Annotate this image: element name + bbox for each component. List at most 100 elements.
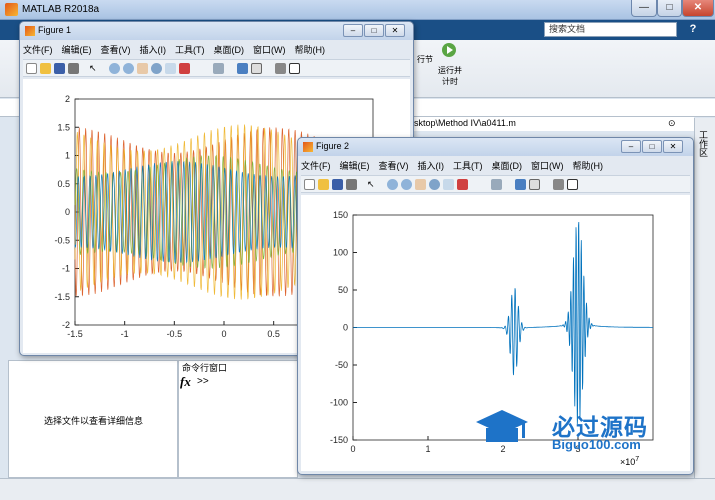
y-tick-label: 0 xyxy=(343,323,348,333)
save-icon[interactable] xyxy=(54,63,65,74)
x-tick-label: -1 xyxy=(121,329,129,339)
figure-1-minimize-button[interactable]: – xyxy=(343,24,363,37)
watermark-logo-icon xyxy=(474,406,530,452)
open-icon[interactable] xyxy=(40,63,51,74)
pointer-icon[interactable]: ↖ xyxy=(367,179,378,190)
zoom-in-icon[interactable] xyxy=(387,179,398,190)
menu-window[interactable]: 窗口(W) xyxy=(531,159,564,172)
y-tick-label: -100 xyxy=(330,398,348,408)
figure-1-menu[interactable]: 文件(F) 编辑(E) 查看(V) 插入(I) 工具(T) 桌面(D) 窗口(W) 帮助(H) xyxy=(23,43,334,58)
status-bar xyxy=(0,478,715,500)
new-figure-icon[interactable] xyxy=(304,179,315,190)
new-figure-icon[interactable] xyxy=(26,63,37,74)
y-tick-label: 0 xyxy=(65,207,70,217)
colorbar-icon[interactable] xyxy=(237,63,248,74)
y-tick-label: -50 xyxy=(335,360,348,370)
close-button[interactable]: ✕ xyxy=(682,0,714,17)
figure-1-close-button[interactable]: ✕ xyxy=(385,24,405,37)
help-icon[interactable]: ? xyxy=(683,22,703,37)
maximize-button[interactable]: □ xyxy=(657,0,682,17)
figure-2-menu[interactable]: 文件(F) 编辑(E) 查看(V) 插入(I) 工具(T) 桌面(D) 窗口(W) 帮助(H) xyxy=(301,159,612,174)
y-tick-label: 0.5 xyxy=(57,179,70,189)
y-tick-label: -1.5 xyxy=(54,292,70,302)
menu-edit[interactable]: 编辑(E) xyxy=(340,159,370,172)
data-cursor-icon[interactable] xyxy=(165,63,176,74)
brush-icon[interactable] xyxy=(457,179,468,190)
menu-insert[interactable]: 插入(I) xyxy=(418,159,445,172)
brush-icon[interactable] xyxy=(179,63,190,74)
x-tick-label: 0.5 xyxy=(267,329,280,339)
menu-edit[interactable]: 编辑(E) xyxy=(62,43,92,56)
hide-plot-tools-icon[interactable] xyxy=(275,63,286,74)
command-prompt[interactable]: >> xyxy=(197,376,209,387)
link-plot-icon[interactable] xyxy=(491,179,502,190)
menu-help[interactable]: 帮助(H) xyxy=(573,159,604,172)
figure-2-maximize-button[interactable]: □ xyxy=(642,140,662,153)
pointer-icon[interactable]: ↖ xyxy=(89,63,100,74)
y-tick-label: -0.5 xyxy=(54,235,70,245)
menu-view[interactable]: 查看(V) xyxy=(379,159,409,172)
hide-plot-tools-icon[interactable] xyxy=(553,179,564,190)
search-input[interactable]: 搜索文档 xyxy=(544,22,677,37)
app-title: MATLAB R2018a xyxy=(22,4,100,15)
editor-file-path: sktop\Method IV\a0411.m xyxy=(412,117,694,131)
menu-file[interactable]: 文件(F) xyxy=(301,159,331,172)
command-window[interactable] xyxy=(178,360,298,478)
menu-help[interactable]: 帮助(H) xyxy=(295,43,326,56)
function-browser-icon[interactable]: fx xyxy=(180,374,191,390)
menu-tools[interactable]: 工具(T) xyxy=(175,43,205,56)
print-icon[interactable] xyxy=(346,179,357,190)
y-tick-label: 1.5 xyxy=(57,122,70,132)
zoom-out-icon[interactable] xyxy=(123,63,134,74)
y-tick-label: -1 xyxy=(62,264,70,274)
legend-icon[interactable] xyxy=(529,179,540,190)
show-plot-tools-icon[interactable] xyxy=(567,179,578,190)
run-time-label-2[interactable]: 计时 xyxy=(430,77,470,87)
figure-2-close-button[interactable]: ✕ xyxy=(663,140,683,153)
menu-desktop[interactable]: 桌面(D) xyxy=(214,43,245,56)
show-plot-tools-icon[interactable] xyxy=(289,63,300,74)
menu-desktop[interactable]: 桌面(D) xyxy=(492,159,523,172)
rotate-icon[interactable] xyxy=(151,63,162,74)
y-tick-label: 50 xyxy=(338,285,348,295)
x-tick-label: -0.5 xyxy=(167,329,183,339)
data-cursor-icon[interactable] xyxy=(443,179,454,190)
zoom-in-icon[interactable] xyxy=(109,63,120,74)
menu-window[interactable]: 窗口(W) xyxy=(253,43,286,56)
menu-tools[interactable]: 工具(T) xyxy=(453,159,483,172)
figure-2-title-bar: Figure 2 – □ ✕ xyxy=(298,138,693,156)
colorbar-icon[interactable] xyxy=(515,179,526,190)
run-time-label-1[interactable]: 运行并 xyxy=(430,66,470,76)
minimize-button[interactable]: — xyxy=(631,0,657,17)
pan-icon[interactable] xyxy=(137,63,148,74)
menu-file[interactable]: 文件(F) xyxy=(23,43,53,56)
link-plot-icon[interactable] xyxy=(213,63,224,74)
y-tick-label: -150 xyxy=(330,435,348,445)
series-line xyxy=(353,221,653,425)
zoom-out-icon[interactable] xyxy=(401,179,412,190)
figure-1-toolbar: ↖ xyxy=(23,59,410,77)
menu-insert[interactable]: 插入(I) xyxy=(140,43,167,56)
x-axis-exponent: ×107 xyxy=(620,456,640,467)
matlab-logo-icon xyxy=(5,3,18,16)
run-time-icon[interactable] xyxy=(441,42,457,58)
figure-2-minimize-button[interactable]: – xyxy=(621,140,641,153)
print-icon[interactable] xyxy=(68,63,79,74)
pane-dropdown-icon[interactable]: ⊙ xyxy=(668,118,676,129)
workspace-side-panel[interactable] xyxy=(694,118,715,500)
x-tick-label: -1.5 xyxy=(67,329,83,339)
legend-icon[interactable] xyxy=(251,63,262,74)
x-tick-label: 0 xyxy=(221,329,226,339)
main-title-bar xyxy=(0,0,715,20)
menu-view[interactable]: 查看(V) xyxy=(101,43,131,56)
figure-1-title: Figure 1 xyxy=(38,25,72,35)
y-tick-label: 2 xyxy=(65,94,70,104)
save-icon[interactable] xyxy=(332,179,343,190)
rotate-icon[interactable] xyxy=(429,179,440,190)
y-tick-label: 1 xyxy=(65,151,70,161)
pan-icon[interactable] xyxy=(415,179,426,190)
x-tick-label: 0 xyxy=(350,444,355,454)
open-icon[interactable] xyxy=(318,179,329,190)
figure-1-maximize-button[interactable]: □ xyxy=(364,24,384,37)
figure-2-title: Figure 2 xyxy=(316,141,350,151)
